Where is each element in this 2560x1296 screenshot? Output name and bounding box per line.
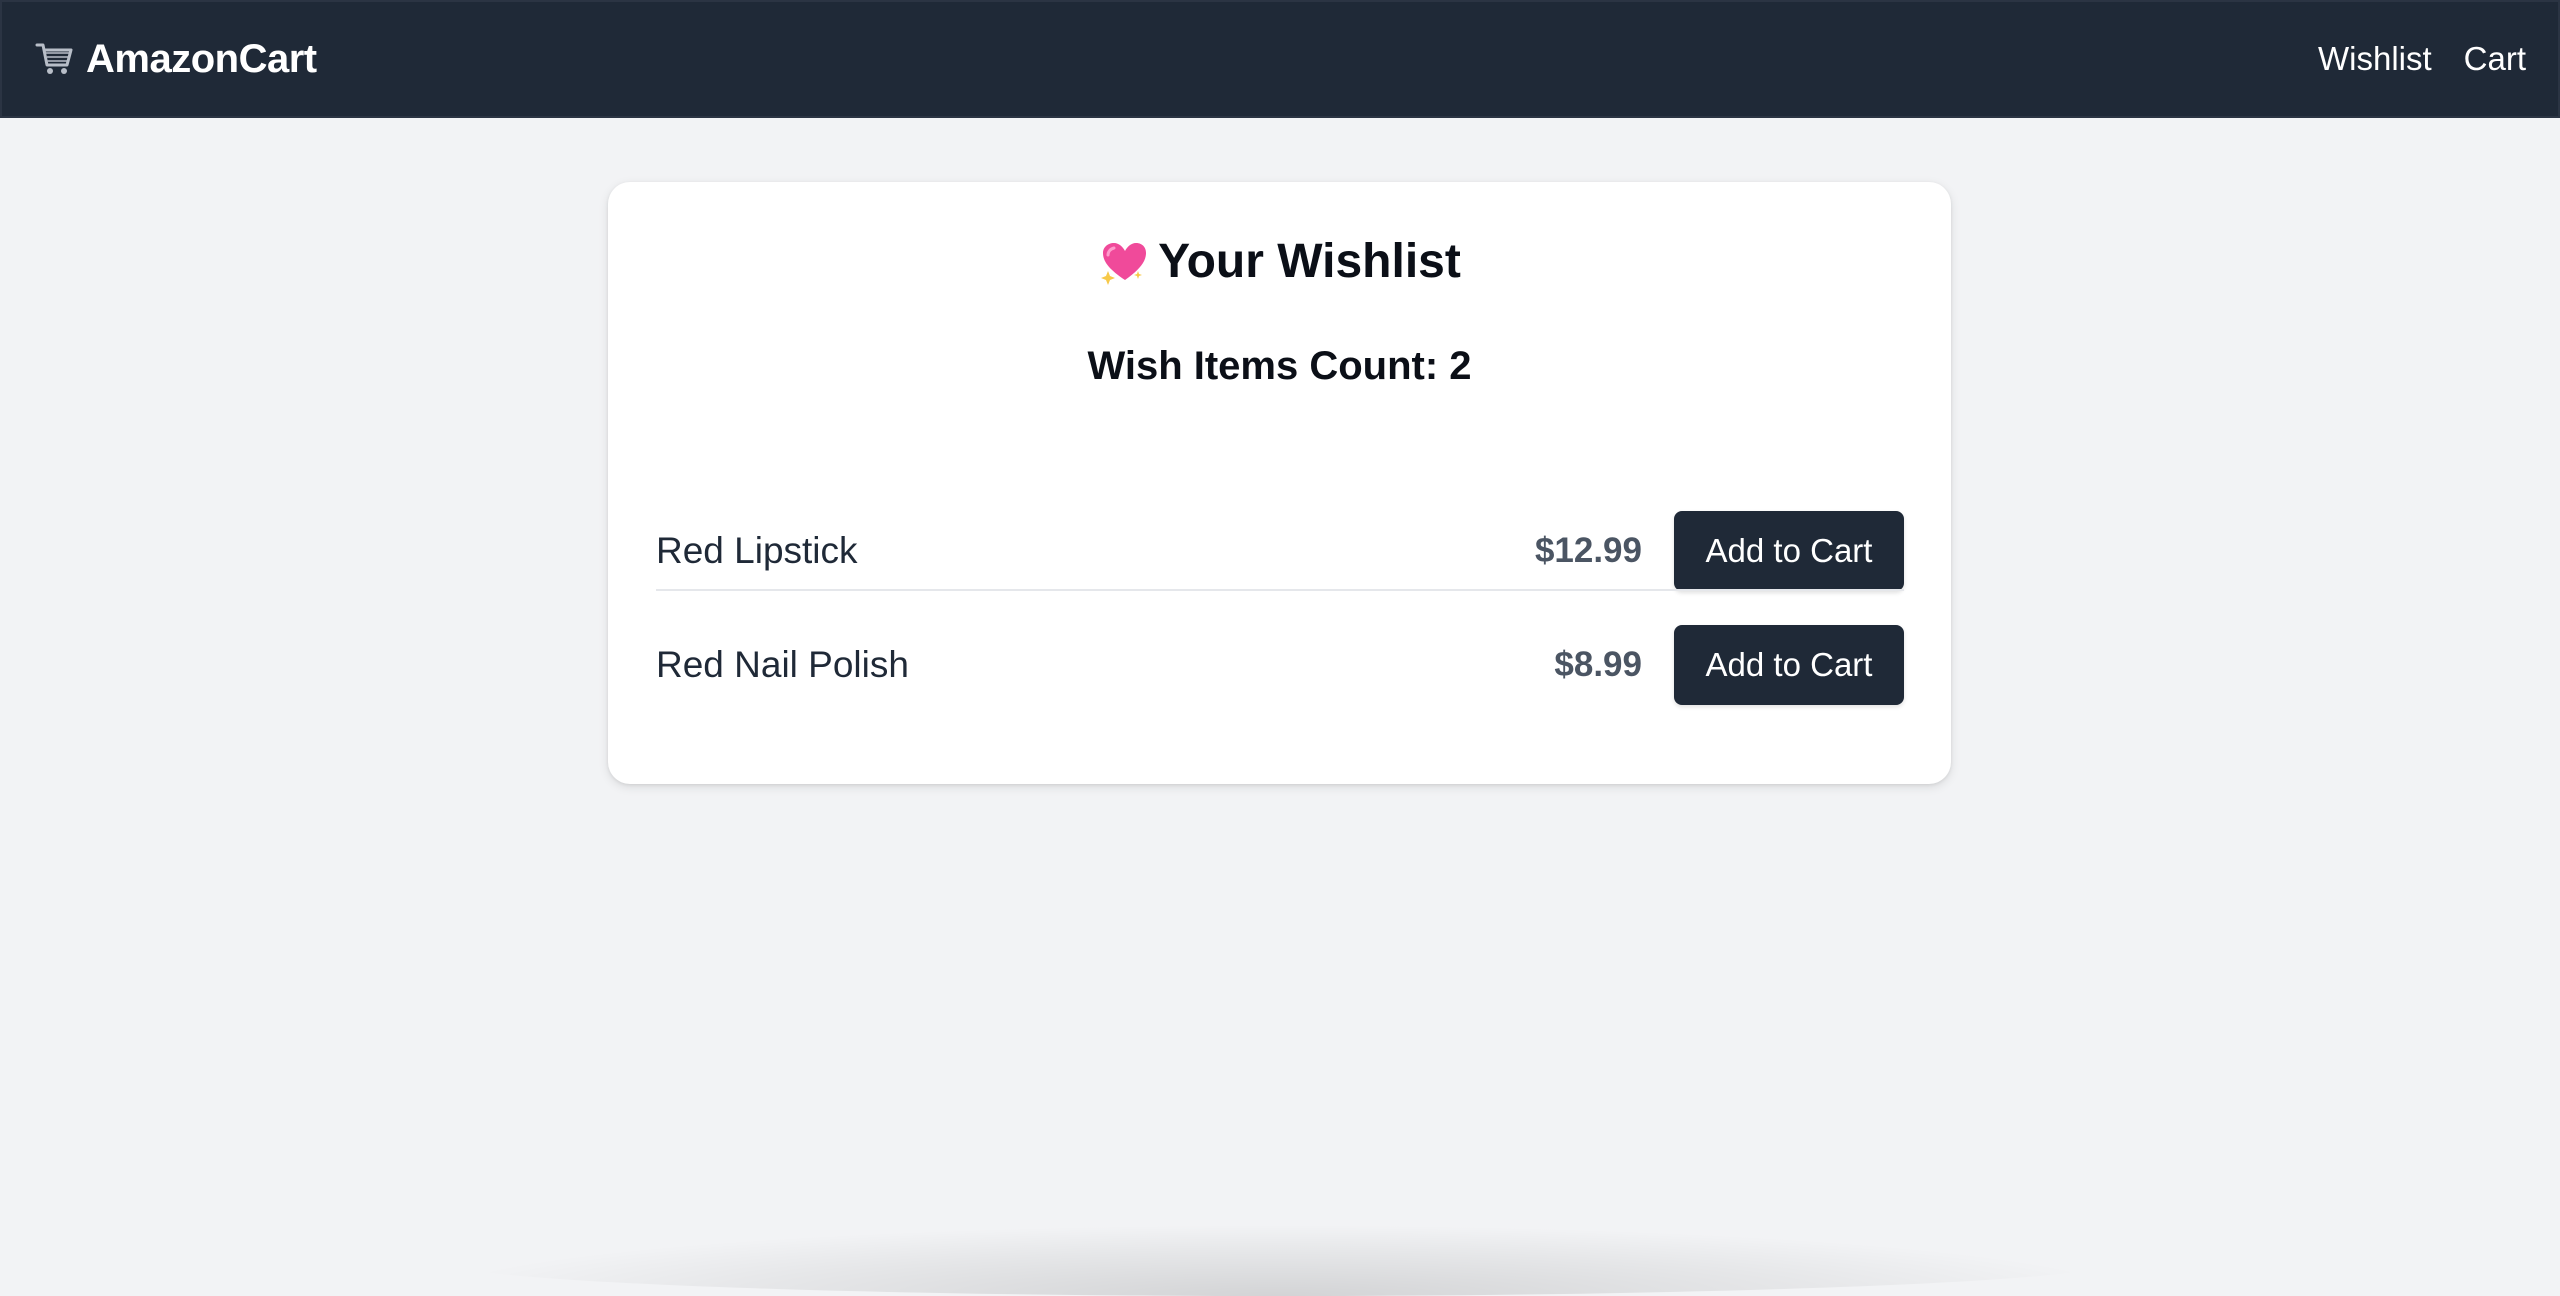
page-title: Your Wishlist — [608, 234, 1951, 289]
item-name: Red Nail Polish — [656, 644, 909, 685]
item-actions: $8.99 Add to Cart — [1554, 625, 1904, 705]
sparkling-heart-icon — [1098, 237, 1148, 287]
brand-name: AmazonCart — [86, 36, 317, 81]
brand-logo[interactable]: AmazonCart — [34, 37, 317, 82]
item-divider — [656, 589, 1904, 591]
item-price: $8.99 — [1554, 645, 1642, 684]
item-actions: $12.99 Add to Cart — [1535, 511, 1904, 591]
wishlist-item: Red Nail Polish $8.99 Add to Cart — [656, 592, 1904, 738]
window-edge-shadow — [440, 1226, 2120, 1296]
top-navbar: AmazonCart Wishlist Cart — [0, 0, 2560, 118]
page-title-text: Your Wishlist — [1158, 235, 1461, 288]
add-to-cart-button[interactable]: Add to Cart — [1674, 511, 1904, 591]
add-to-cart-button[interactable]: Add to Cart — [1674, 625, 1904, 705]
nav-link-cart[interactable]: Cart — [2464, 40, 2526, 78]
item-name: Red Lipstick — [656, 530, 858, 571]
shopping-cart-icon — [34, 38, 76, 80]
nav-links: Wishlist Cart — [2318, 40, 2526, 78]
item-price: $12.99 — [1534, 531, 1642, 570]
wish-items-count: Wish Items Count: 2 — [1087, 344, 1472, 388]
nav-link-wishlist[interactable]: Wishlist — [2318, 40, 2432, 78]
